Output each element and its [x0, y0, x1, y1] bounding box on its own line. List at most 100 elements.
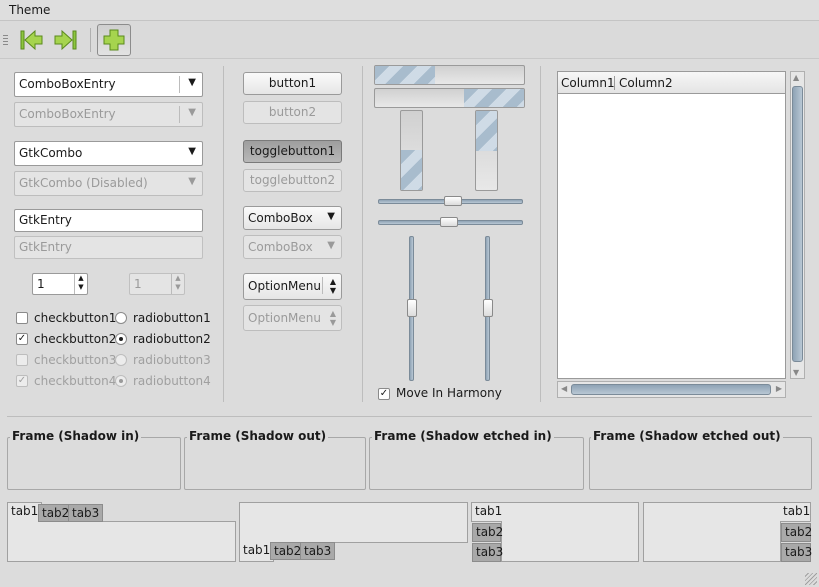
scroll-down-icon[interactable]: ▼ [793, 368, 799, 377]
radiobutton1-dot[interactable] [115, 312, 127, 324]
radiobutton2-label[interactable]: radiobutton2 [133, 332, 211, 346]
vscale1-knob[interactable] [407, 299, 417, 317]
checkbutton1-box[interactable] [16, 312, 28, 324]
separator [223, 66, 224, 402]
checkbutton2-box[interactable]: ✓ [16, 333, 28, 345]
chevron-down-icon: ▼ [327, 240, 335, 251]
togglebutton2: togglebutton2 [243, 169, 342, 192]
scroll-right-icon[interactable]: ▶ [776, 384, 782, 393]
harmony-checkbox[interactable]: ✓ [378, 388, 390, 400]
notebook-top-page [7, 521, 236, 562]
separator [7, 416, 812, 417]
spin-button[interactable]: 1 ▲ ▼ [32, 273, 88, 295]
checkbutton1-label[interactable]: checkbutton1 [34, 311, 116, 325]
frame-shadow-etched-out [589, 437, 812, 490]
notebook-right-tab1[interactable]: tab1 [780, 502, 811, 522]
column2-header[interactable]: Column2 [619, 76, 673, 90]
toolbar-grip[interactable] [3, 35, 8, 47]
notebook-left-tab2[interactable]: tab2 [472, 523, 503, 542]
radiobutton1-label[interactable]: radiobutton1 [133, 311, 211, 325]
chevron-down-icon: ▼ [327, 211, 335, 222]
progressbar-h2 [374, 88, 525, 108]
gtk-entry-disabled: GtkEntry [14, 236, 203, 259]
notebook-right-tab2[interactable]: tab2 [781, 523, 812, 542]
progressbar-h1 [374, 65, 525, 85]
spin-arrows-icon: ▲ ▼ [171, 274, 184, 294]
gtk-combo-disabled-value: GtkCombo (Disabled) [19, 176, 148, 190]
radiobutton2-dot[interactable] [115, 333, 127, 345]
vertical-scrollbar[interactable]: ▲ ▼ [790, 71, 805, 379]
gtk-combo-disabled: GtkCombo (Disabled) ▼ [14, 171, 203, 196]
notebook-left-page [501, 502, 639, 562]
notebook-left-tab3[interactable]: tab3 [472, 543, 503, 562]
go-last-button[interactable] [51, 25, 81, 55]
frame-shadow-etched-out-label: Frame (Shadow etched out) [591, 429, 783, 443]
go-last-icon [54, 29, 77, 51]
gtk-combo[interactable]: GtkCombo ▼ [14, 141, 203, 166]
separator [362, 66, 363, 402]
resize-grip-icon[interactable] [805, 573, 817, 585]
checkbutton4-box: ✓ [16, 375, 28, 387]
option-arrows-icon: ▲ ▼ [329, 309, 336, 327]
checkbutton3-label: checkbutton3 [34, 353, 117, 367]
frame-shadow-etched-in-label: Frame (Shadow etched in) [372, 429, 554, 443]
column1-header[interactable]: Column1 [561, 76, 615, 90]
gtk-combo-value: GtkCombo [19, 146, 83, 160]
radiobutton3-label: radiobutton3 [133, 353, 211, 367]
hscale1-knob[interactable] [444, 196, 462, 206]
vertical-scroll-thumb[interactable] [792, 86, 803, 362]
combobox-entry-disabled-value: ComboBoxEntry [19, 107, 116, 121]
progressbar-v2 [475, 110, 498, 191]
radiobutton4-label: radiobutton4 [133, 374, 211, 388]
option-menu-value: OptionMenu [248, 279, 321, 293]
chevron-down-icon: ▼ [188, 146, 196, 157]
spin-value: 1 [37, 277, 45, 291]
button1[interactable]: button1 [243, 72, 342, 95]
combobox-value: ComboBox [248, 211, 313, 225]
radiobutton3-dot [115, 354, 127, 366]
hscale2-knob[interactable] [440, 217, 458, 227]
combobox[interactable]: ComboBox ▼ [243, 206, 342, 230]
notebook-top-tab3[interactable]: tab3 [68, 504, 104, 522]
spin-button-disabled: 1 ▲ ▼ [129, 273, 185, 295]
scroll-up-icon[interactable]: ▲ [793, 73, 799, 82]
notebook-bottom-tab3[interactable]: tab3 [300, 542, 336, 560]
togglebutton1[interactable]: togglebutton1 [243, 140, 342, 163]
checkbutton3-box [16, 354, 28, 366]
add-icon [103, 29, 125, 51]
notebook-left-tab1[interactable]: tab1 [471, 502, 502, 522]
spin-arrows-icon[interactable]: ▲ ▼ [74, 274, 87, 294]
combobox-entry[interactable]: ComboBoxEntry ▼ [14, 72, 203, 97]
notebook-right-page [643, 502, 781, 562]
combobox-disabled: ComboBox ▼ [243, 235, 342, 259]
menu-theme[interactable]: Theme [9, 3, 50, 17]
option-menu-disabled-value: OptionMenu [248, 311, 321, 325]
chevron-down-icon: ▼ [188, 107, 196, 118]
gtk-entry[interactable]: GtkEntry [14, 209, 203, 232]
option-menu-disabled: OptionMenu ▲ ▼ [243, 305, 342, 331]
progressbar-v1 [400, 110, 423, 191]
combobox-entry-value: ComboBoxEntry [19, 77, 116, 91]
horizontal-scrollbar[interactable]: ◀ ▶ [557, 381, 786, 398]
notebook-right-tab3[interactable]: tab3 [781, 543, 812, 562]
add-button[interactable] [97, 24, 131, 56]
frame-shadow-in-label: Frame (Shadow in) [10, 429, 142, 443]
vscale2-knob[interactable] [483, 299, 493, 317]
combobox-entry-disabled: ComboBoxEntry ▼ [14, 102, 203, 127]
option-menu[interactable]: OptionMenu ▲ ▼ [243, 273, 342, 300]
separator [540, 66, 541, 402]
harmony-label[interactable]: Move In Harmony [396, 386, 502, 400]
toolbar-separator [90, 28, 91, 52]
go-first-button[interactable] [16, 25, 46, 55]
combobox-disabled-value: ComboBox [248, 240, 313, 254]
frame-shadow-in [7, 437, 181, 490]
tree-view[interactable]: Column1 Column2 [557, 71, 786, 379]
checkbutton4-label: checkbutton4 [34, 374, 117, 388]
checkbutton2-label[interactable]: checkbutton2 [34, 332, 116, 346]
button2: button2 [243, 101, 342, 124]
horizontal-scroll-thumb[interactable] [571, 384, 771, 395]
chevron-down-icon: ▼ [188, 77, 196, 88]
scroll-left-icon[interactable]: ◀ [561, 384, 567, 393]
chevron-down-icon: ▼ [188, 176, 196, 187]
spin-disabled-value: 1 [134, 277, 142, 291]
